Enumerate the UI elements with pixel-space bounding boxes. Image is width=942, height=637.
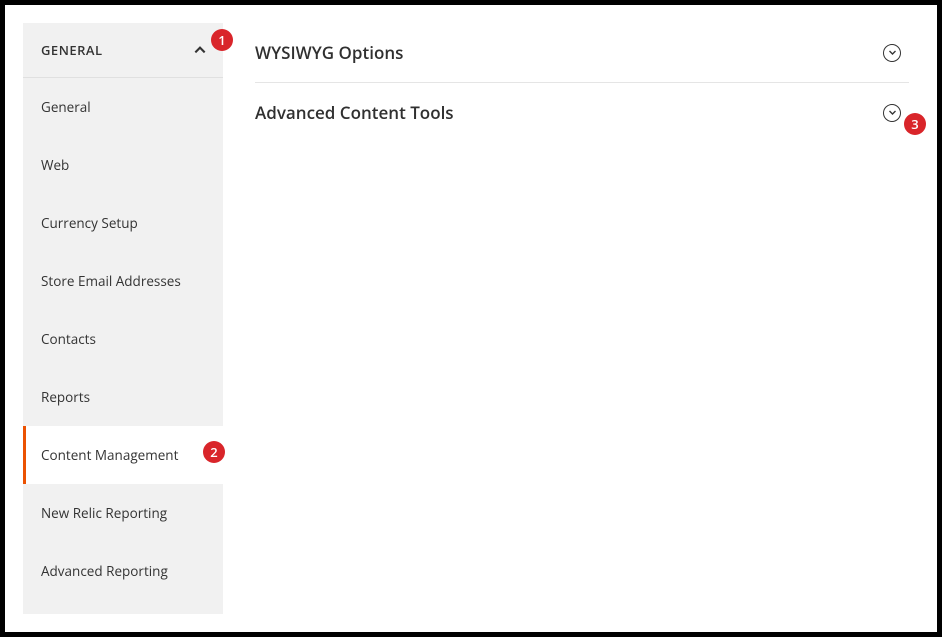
- sidebar: GENERAL General Web Currency Setup Store…: [23, 23, 223, 614]
- sidebar-item-web[interactable]: Web: [23, 136, 223, 194]
- sidebar-item-content-management[interactable]: Content Management: [23, 426, 223, 484]
- sidebar-item-reports[interactable]: Reports: [23, 368, 223, 426]
- sidebar-item-store-email[interactable]: Store Email Addresses: [23, 252, 223, 310]
- sidebar-item-label: Store Email Addresses: [41, 272, 181, 290]
- sidebar-item-currency-setup[interactable]: Currency Setup: [23, 194, 223, 252]
- section-advanced-content-tools[interactable]: Advanced Content Tools: [255, 83, 909, 142]
- section-title: Advanced Content Tools: [255, 101, 454, 124]
- sidebar-item-general[interactable]: General: [23, 78, 223, 136]
- sidebar-item-contacts[interactable]: Contacts: [23, 310, 223, 368]
- sidebar-item-label: Contacts: [41, 330, 96, 348]
- chevron-down-icon: [883, 44, 901, 62]
- sidebar-item-label: Content Management: [41, 446, 178, 464]
- sidebar-item-label: Currency Setup: [41, 214, 138, 232]
- sidebar-item-advanced-reporting[interactable]: Advanced Reporting: [23, 542, 223, 600]
- sidebar-items: General Web Currency Setup Store Email A…: [23, 78, 223, 600]
- sidebar-section-header[interactable]: GENERAL: [23, 23, 223, 78]
- sidebar-item-label: Web: [41, 156, 69, 174]
- sidebar-item-new-relic[interactable]: New Relic Reporting: [23, 484, 223, 542]
- chevron-up-icon: [193, 43, 207, 57]
- chevron-down-icon: [883, 104, 901, 122]
- annotation-badge-1: 1: [211, 29, 233, 51]
- section-wysiwyg-options[interactable]: WYSIWYG Options: [255, 23, 909, 83]
- main-content: WYSIWYG Options Advanced Content Tools: [223, 23, 919, 614]
- sidebar-header-title: GENERAL: [41, 41, 103, 59]
- sidebar-item-label: General: [41, 98, 91, 116]
- annotation-badge-2: 2: [203, 441, 225, 463]
- sidebar-item-label: Advanced Reporting: [41, 562, 168, 580]
- sidebar-item-label: New Relic Reporting: [41, 504, 167, 522]
- section-title: WYSIWYG Options: [255, 41, 403, 64]
- sidebar-item-label: Reports: [41, 388, 90, 406]
- annotation-badge-3: 3: [904, 113, 926, 135]
